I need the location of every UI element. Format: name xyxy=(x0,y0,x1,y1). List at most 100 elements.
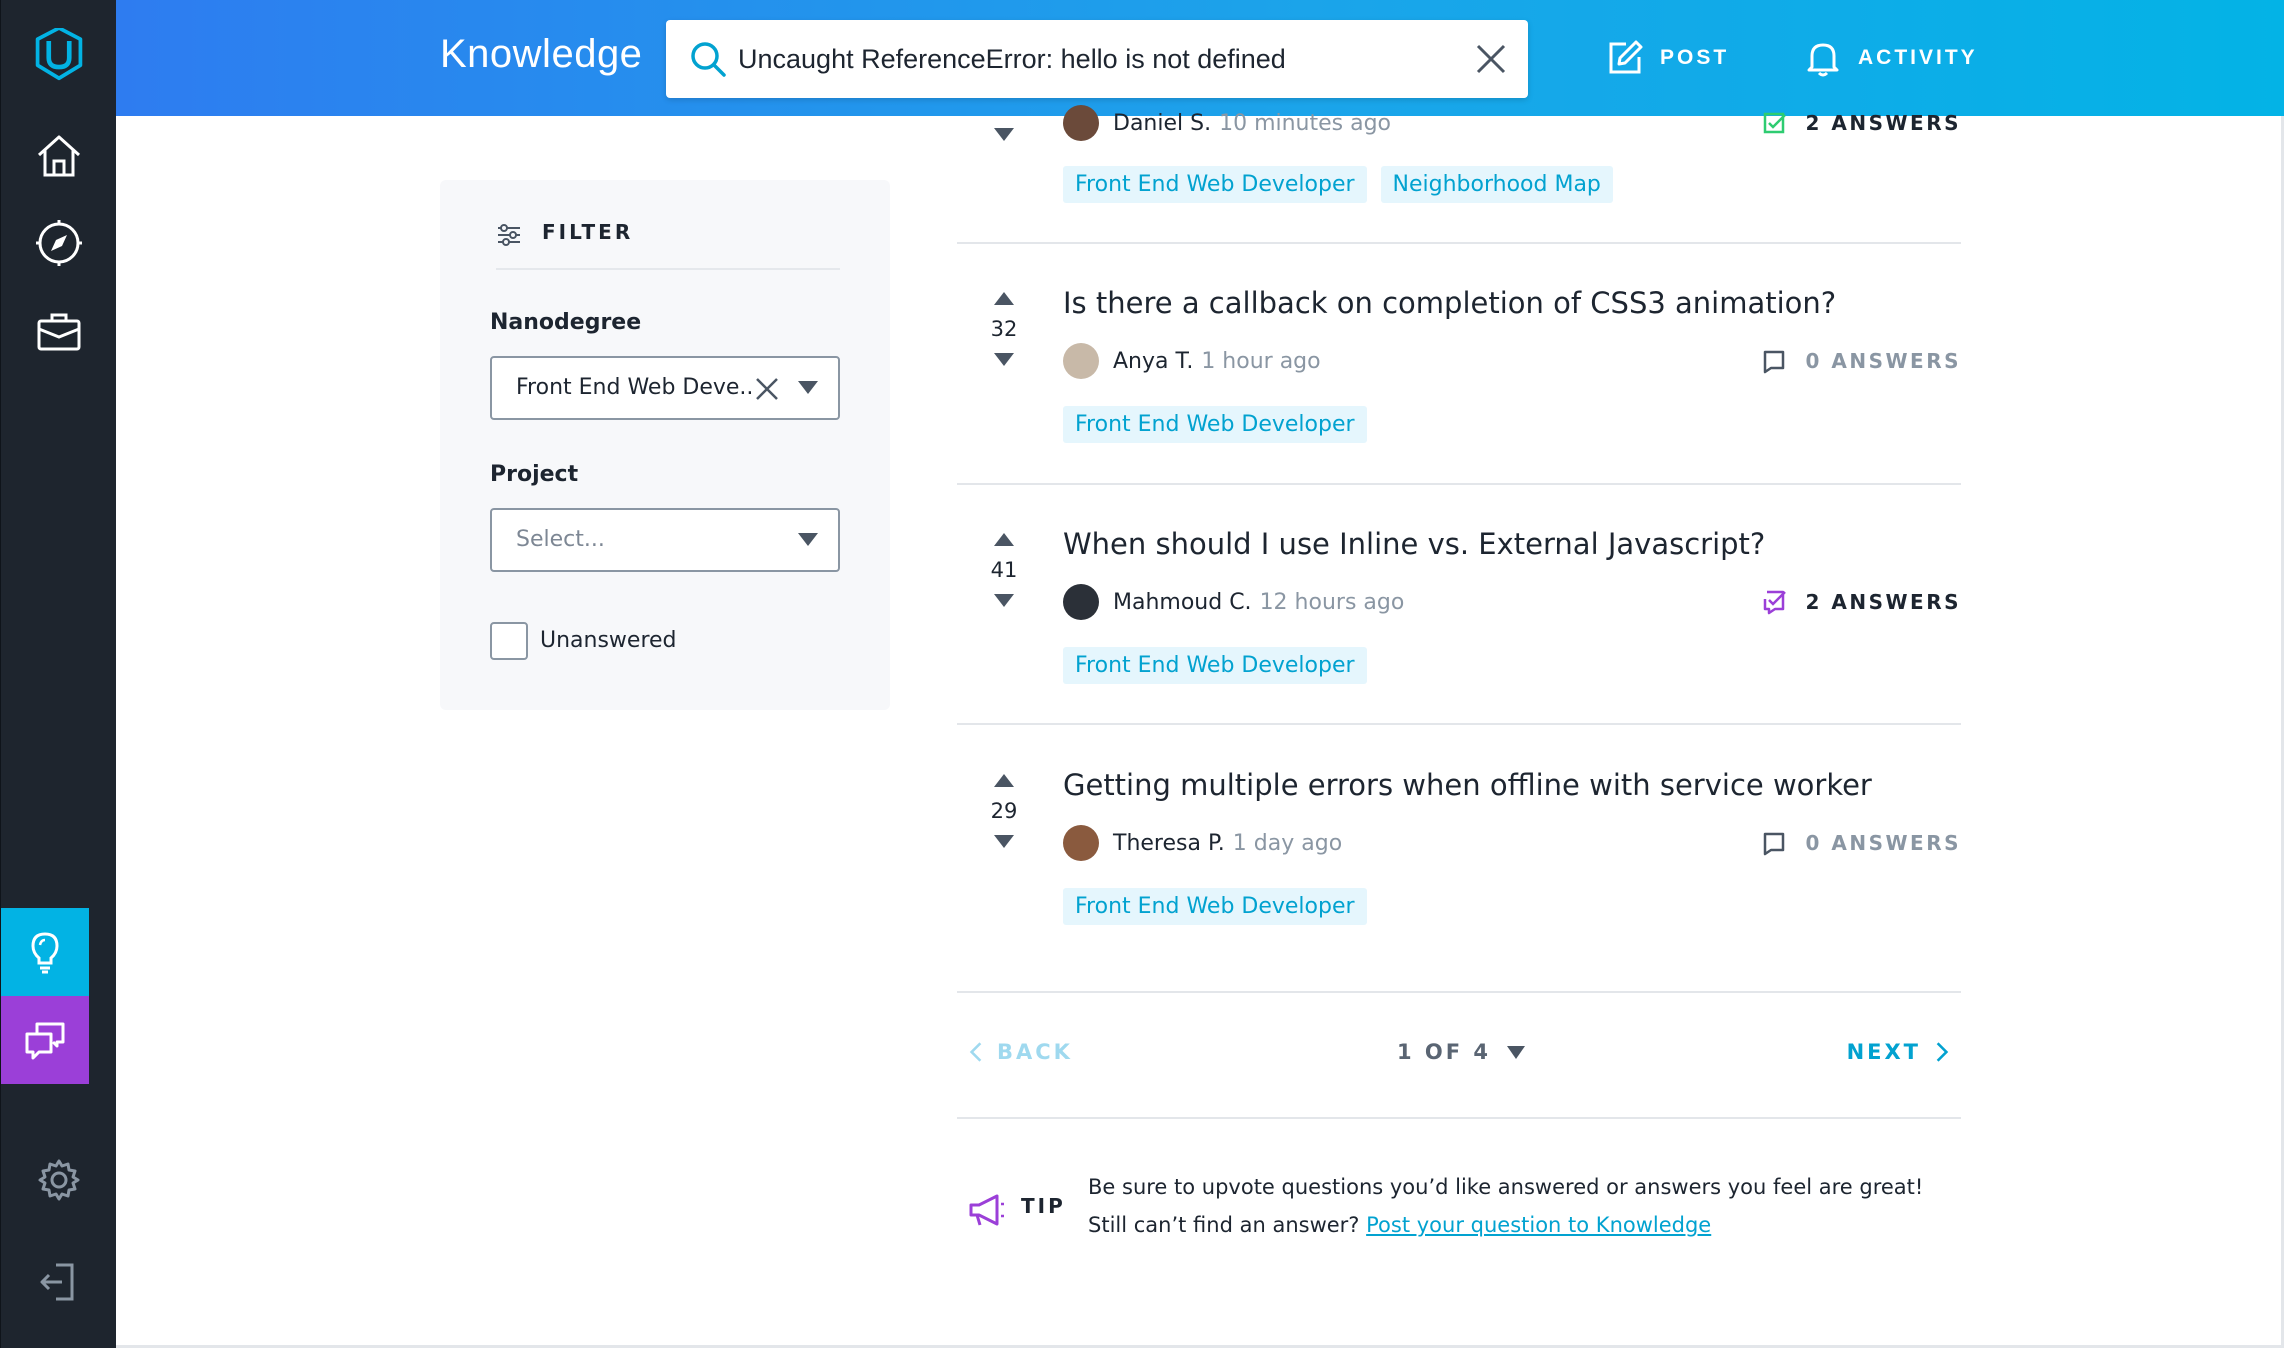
tag[interactable]: Front End Web Developer xyxy=(1063,888,1367,925)
tag-list: Front End Web Developer Neighborhood Map xyxy=(1063,166,1613,203)
tag[interactable]: Front End Web Developer xyxy=(1063,166,1367,203)
upvote-button[interactable] xyxy=(994,292,1014,305)
logo-icon xyxy=(35,28,83,81)
nanodegree-select[interactable]: Front End Web Deve... xyxy=(490,356,840,420)
filter-panel: FILTER Nanodegree Front End Web Deve... … xyxy=(440,180,890,710)
search-icon xyxy=(691,42,726,77)
page-selector[interactable]: 1 OF 4 xyxy=(1397,1040,1526,1064)
udacity-logo[interactable] xyxy=(30,26,88,84)
chevron-left-icon xyxy=(969,1042,982,1062)
tag-list: Front End Web Developer xyxy=(1063,647,1367,684)
gear-icon xyxy=(38,1159,80,1201)
sidebar-item-settings[interactable] xyxy=(31,1152,87,1208)
unanswered-label[interactable]: Unanswered xyxy=(540,628,677,653)
nanodegree-label: Nanodegree xyxy=(490,310,642,335)
pagination: BACK 1 OF 4 NEXT xyxy=(957,1020,1961,1090)
activity-button[interactable]: ACTIVITY xyxy=(1804,38,1978,78)
answer-count: 2 ANSWERS xyxy=(1761,104,1961,142)
chevron-right-icon xyxy=(1936,1042,1949,1062)
post-label: POST xyxy=(1660,46,1730,69)
divider xyxy=(957,723,1961,725)
post-time: 1 day ago xyxy=(1232,830,1343,856)
next-label: NEXT xyxy=(1846,1040,1921,1064)
sliders-icon xyxy=(498,224,520,246)
downvote-button[interactable] xyxy=(994,128,1014,141)
vote-control: 32 xyxy=(985,292,1023,366)
activity-label: ACTIVITY xyxy=(1858,46,1978,69)
downvote-button[interactable] xyxy=(994,835,1014,848)
lightbulb-icon xyxy=(31,932,59,974)
avatar xyxy=(1063,584,1099,620)
author-name[interactable]: Theresa P. xyxy=(1113,831,1225,856)
brand-title[interactable]: Knowledge xyxy=(440,32,642,77)
question-meta: Theresa P. 1 day ago xyxy=(1063,824,1342,862)
search-box[interactable] xyxy=(666,20,1528,98)
sidebar-item-home[interactable] xyxy=(31,128,87,184)
upvote-button[interactable] xyxy=(994,533,1014,546)
answered-check-icon xyxy=(1764,590,1787,615)
unanswered-checkbox[interactable] xyxy=(490,622,528,660)
upvote-button[interactable] xyxy=(994,774,1014,787)
sidebar-item-explore[interactable] xyxy=(31,215,87,271)
project-select[interactable]: Select... xyxy=(490,508,840,572)
sidebar-item-chat[interactable] xyxy=(1,996,89,1084)
chevron-down-icon xyxy=(798,381,818,394)
question-title[interactable]: Is there a callback on completion of CSS… xyxy=(1063,286,1836,320)
answer-count-label: 0 ANSWERS xyxy=(1805,831,1961,855)
tag[interactable]: Neighborhood Map xyxy=(1380,166,1613,203)
tag-list: Front End Web Developer xyxy=(1063,406,1367,443)
avatar xyxy=(1063,105,1099,141)
briefcase-icon xyxy=(37,313,81,351)
pencil-icon xyxy=(1609,40,1643,74)
compass-icon xyxy=(36,220,82,266)
tag[interactable]: Front End Web Developer xyxy=(1063,647,1367,684)
nanodegree-value: Front End Web Deve... xyxy=(516,375,754,400)
answer-count: 2 ANSWERS xyxy=(1761,583,1961,621)
tip-line-1: Be sure to upvote questions you’d like a… xyxy=(1088,1175,1924,1199)
avatar xyxy=(1063,343,1099,379)
vote-control xyxy=(985,128,1023,141)
chevron-down-icon xyxy=(798,533,818,546)
tip-line-2-prefix: Still can’t find an answer? xyxy=(1088,1213,1367,1237)
post-time: 1 hour ago xyxy=(1201,348,1321,374)
top-bar: Knowledge POST ACTIVITY xyxy=(116,0,2284,116)
back-label: BACK xyxy=(997,1040,1073,1064)
author-name[interactable]: Mahmoud C. xyxy=(1113,590,1252,615)
search-input[interactable] xyxy=(738,34,1438,84)
chat-icon xyxy=(25,1022,65,1060)
tip-line-2: Still can’t find an answer? Post your qu… xyxy=(1088,1206,1948,1244)
author-name[interactable]: Anya T. xyxy=(1113,349,1193,374)
clear-search-icon[interactable] xyxy=(1474,42,1508,76)
vote-control: 41 xyxy=(985,533,1023,607)
question-title[interactable]: When should I use Inline vs. External Ja… xyxy=(1063,527,1765,561)
answer-count-label: 2 ANSWERS xyxy=(1805,590,1961,614)
back-button[interactable]: BACK xyxy=(969,1040,1073,1064)
sidebar-item-careers[interactable] xyxy=(31,304,87,360)
filter-title: FILTER xyxy=(542,220,634,244)
tip-label: TIP xyxy=(1021,1194,1066,1218)
comment-icon xyxy=(1764,350,1785,374)
divider xyxy=(957,483,1961,485)
filter-header: FILTER xyxy=(496,220,840,270)
sidebar-item-logout[interactable] xyxy=(31,1254,87,1310)
post-question-link[interactable]: Post your question to Knowledge xyxy=(1366,1213,1711,1237)
logout-icon xyxy=(40,1263,74,1301)
author-name[interactable]: Daniel S. xyxy=(1113,111,1211,136)
question-title[interactable]: Getting multiple errors when offline wit… xyxy=(1063,768,1872,802)
answered-check-icon xyxy=(1764,112,1787,134)
downvote-button[interactable] xyxy=(994,353,1014,366)
answer-count-label: 2 ANSWERS xyxy=(1805,111,1961,135)
post-button[interactable]: POST xyxy=(1606,38,1729,78)
comment-icon xyxy=(1764,832,1785,856)
megaphone-icon xyxy=(969,1194,1004,1226)
downvote-button[interactable] xyxy=(994,594,1014,607)
divider xyxy=(957,242,1961,244)
tag-list: Front End Web Developer xyxy=(1063,888,1367,925)
sidebar-item-knowledge[interactable] xyxy=(1,908,89,996)
bell-icon xyxy=(1807,43,1839,77)
tag[interactable]: Front End Web Developer xyxy=(1063,406,1367,443)
divider xyxy=(957,991,1961,993)
next-button[interactable]: NEXT xyxy=(1847,1040,1949,1064)
clear-nanodegree-icon[interactable] xyxy=(754,376,780,402)
question-meta: Daniel S. 10 minutes ago xyxy=(1063,104,1391,142)
